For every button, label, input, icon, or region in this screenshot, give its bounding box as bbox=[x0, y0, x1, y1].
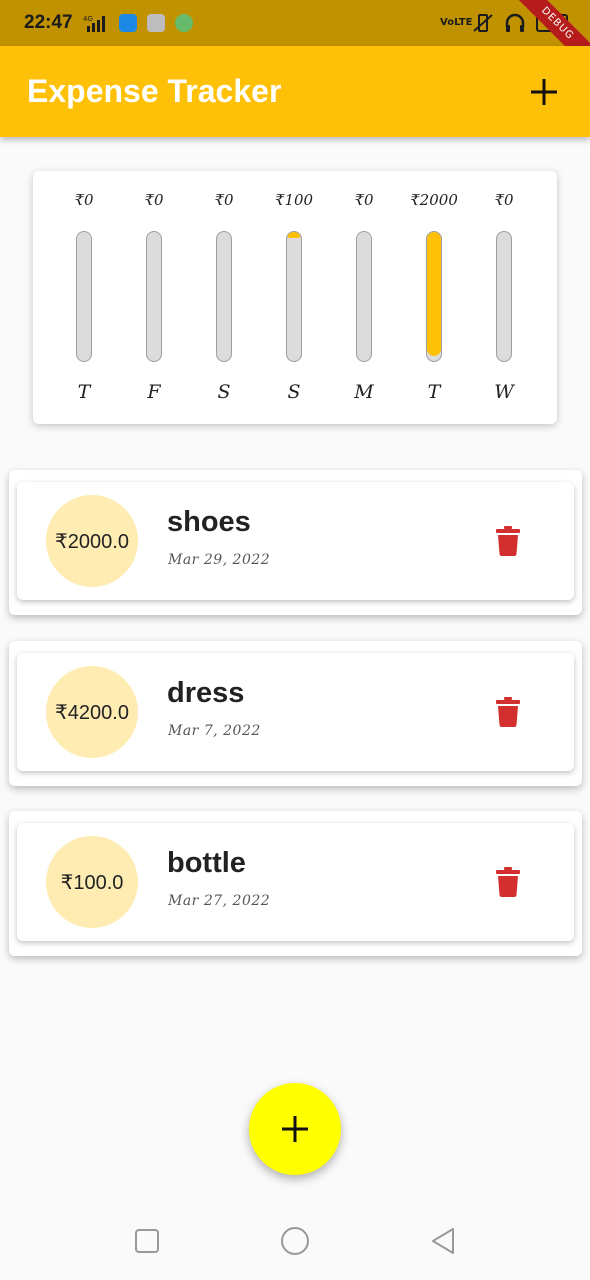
chart-bar-column: ₹0 M bbox=[329, 171, 399, 424]
chart-bar-track bbox=[286, 231, 302, 362]
chart-bar-column: ₹0 T bbox=[49, 171, 119, 424]
chart-bar-track bbox=[146, 231, 162, 362]
trash-icon bbox=[496, 867, 520, 897]
circle-icon bbox=[281, 1227, 309, 1255]
transaction-date: Mar 29, 2022 bbox=[168, 552, 271, 568]
chart-bar-column: ₹0 F bbox=[119, 171, 189, 424]
back-button[interactable] bbox=[424, 1222, 462, 1260]
delete-button[interactable] bbox=[491, 693, 525, 731]
delete-button[interactable] bbox=[491, 522, 525, 560]
chart-bar-amount: ₹2000 bbox=[410, 191, 458, 209]
chart-bar-fill bbox=[287, 232, 301, 239]
app-bar: Expense Tracker bbox=[0, 46, 590, 137]
vibrate-icon bbox=[472, 13, 494, 33]
signal-icon: 4G bbox=[83, 14, 109, 32]
status-bar: 22:47 4G VoLTE 31 bbox=[0, 0, 590, 46]
transaction-card: ₹2000.0 shoes Mar 29, 2022 bbox=[9, 470, 582, 615]
status-left: 22:47 4G bbox=[24, 12, 193, 34]
transaction-tile: ₹2000.0 shoes Mar 29, 2022 bbox=[17, 482, 574, 600]
chart-bar-track bbox=[76, 231, 92, 362]
status-time: 22:47 bbox=[24, 12, 73, 33]
transaction-card: ₹4200.0 dress Mar 7, 2022 bbox=[9, 641, 582, 786]
add-transaction-button[interactable] bbox=[524, 72, 564, 112]
chart-bar-track bbox=[426, 231, 442, 362]
camera-app-icon bbox=[174, 14, 193, 32]
amount-avatar: ₹100.0 bbox=[46, 836, 138, 928]
chart-bar-column: ₹0 W bbox=[469, 171, 539, 424]
chart-bar-amount: ₹0 bbox=[144, 191, 164, 209]
weekly-chart: ₹0 T ₹0 F ₹0 S ₹100 S ₹0 M ₹2000 T ₹0 W bbox=[33, 171, 557, 424]
chart-bar-amount: ₹100 bbox=[274, 191, 314, 209]
chart-bar-day: S bbox=[287, 381, 301, 403]
transaction-amount: ₹4200.0 bbox=[55, 701, 129, 724]
chart-bar-column: ₹0 S bbox=[189, 171, 259, 424]
transaction-tile: ₹100.0 bottle Mar 27, 2022 bbox=[17, 823, 574, 941]
transaction-amount: ₹100.0 bbox=[60, 871, 124, 894]
chart-bar-column: ₹2000 T bbox=[399, 171, 469, 424]
chart-bar-amount: ₹0 bbox=[74, 191, 94, 209]
amount-avatar: ₹4200.0 bbox=[46, 666, 138, 758]
signal-label: 4G bbox=[83, 15, 93, 23]
chart-bar-amount: ₹0 bbox=[354, 191, 374, 209]
chart-bar-day: T bbox=[77, 381, 91, 403]
chart-bar-day: S bbox=[217, 381, 231, 403]
transaction-date: Mar 7, 2022 bbox=[168, 723, 261, 739]
add-transaction-fab[interactable] bbox=[249, 1083, 341, 1175]
chart-bar-day: M bbox=[354, 381, 374, 403]
trash-icon bbox=[496, 697, 520, 727]
app-icon bbox=[146, 14, 165, 32]
transaction-date: Mar 27, 2022 bbox=[168, 893, 271, 909]
chart-bar-fill bbox=[427, 232, 441, 356]
delete-button[interactable] bbox=[491, 863, 525, 901]
amount-avatar: ₹2000.0 bbox=[46, 495, 138, 587]
chart-bar-track bbox=[496, 231, 512, 362]
plus-icon bbox=[531, 78, 557, 105]
chart-bar-day: T bbox=[427, 381, 441, 403]
usb-icon bbox=[118, 14, 137, 32]
transaction-title: shoes bbox=[167, 506, 251, 538]
chart-bar-day: W bbox=[494, 381, 514, 403]
app-title: Expense Tracker bbox=[27, 73, 282, 109]
trash-icon bbox=[496, 526, 520, 556]
transaction-card: ₹100.0 bottle Mar 27, 2022 bbox=[9, 811, 582, 956]
chart-bar-amount: ₹0 bbox=[214, 191, 234, 209]
square-icon bbox=[135, 1229, 159, 1253]
plus-icon bbox=[282, 1116, 308, 1142]
chart-bar-amount: ₹0 bbox=[494, 191, 514, 209]
transaction-title: dress bbox=[167, 677, 245, 709]
transaction-tile: ₹4200.0 dress Mar 7, 2022 bbox=[17, 653, 574, 771]
transaction-amount: ₹2000.0 bbox=[55, 530, 129, 553]
chart-bar-column: ₹100 S bbox=[259, 171, 329, 424]
recent-apps-button[interactable] bbox=[128, 1222, 166, 1260]
headphones-icon bbox=[504, 13, 526, 33]
chart-bar-track bbox=[356, 231, 372, 362]
triangle-back-icon bbox=[432, 1228, 454, 1254]
transaction-title: bottle bbox=[167, 847, 246, 879]
volte-label: VoLTE bbox=[440, 17, 473, 28]
home-button[interactable] bbox=[276, 1222, 314, 1260]
chart-bar-track bbox=[216, 231, 232, 362]
chart-bar-day: F bbox=[147, 381, 161, 403]
